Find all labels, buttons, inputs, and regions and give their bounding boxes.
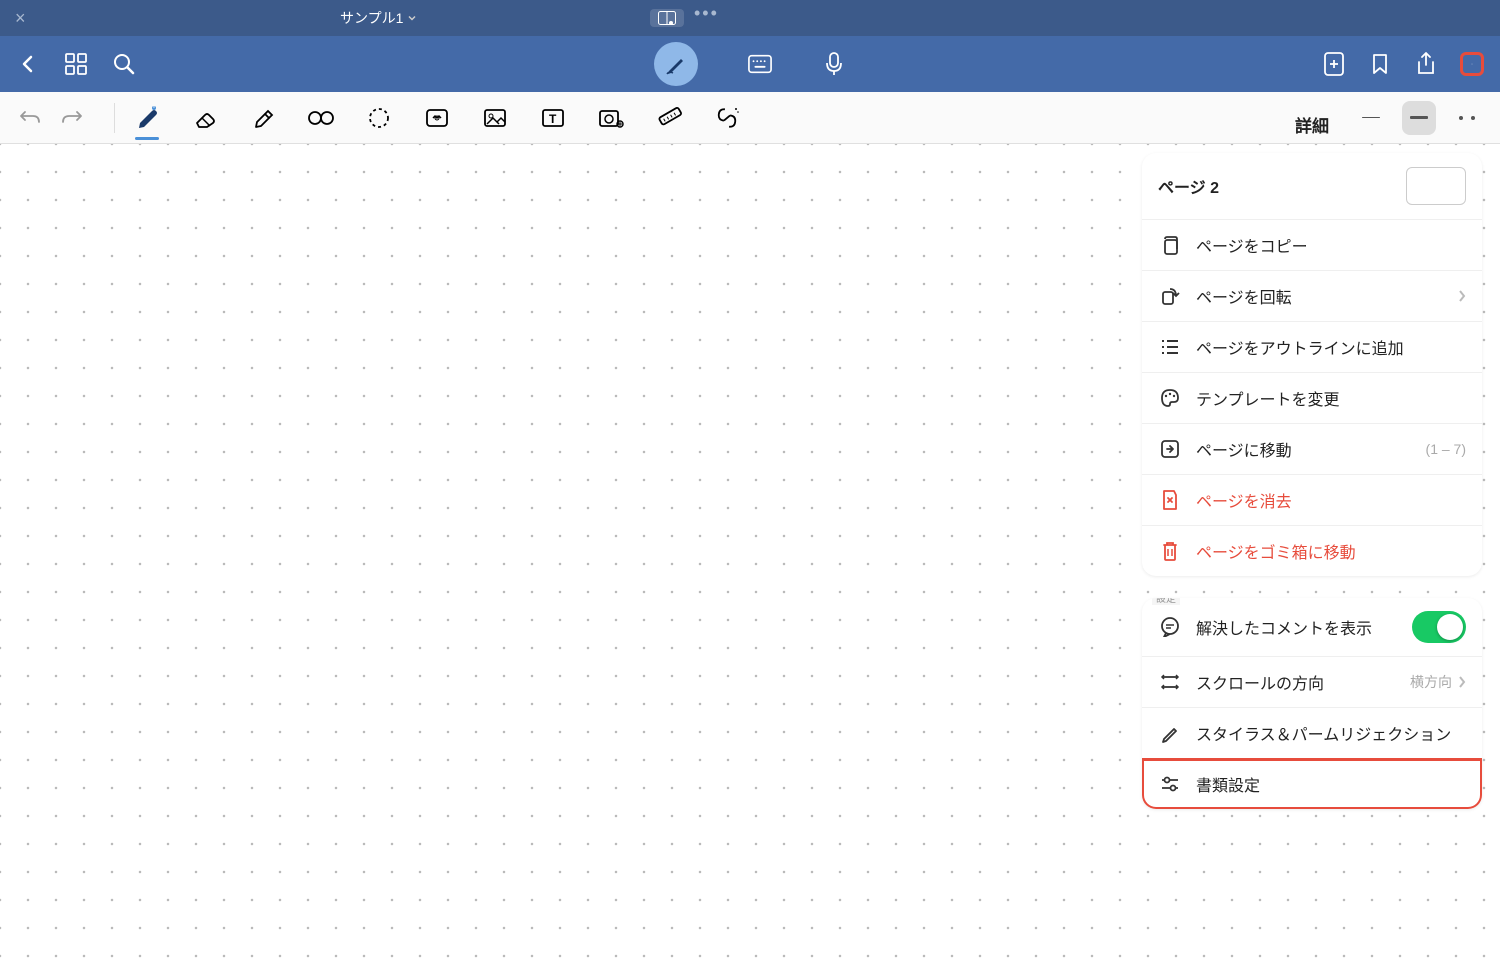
page-indicator-row: ページ 2	[1142, 153, 1482, 220]
thumbnails-button[interactable]	[64, 52, 88, 76]
more-button[interactable]	[1460, 52, 1484, 76]
undo-button[interactable]	[16, 104, 44, 132]
redo-button[interactable]	[58, 104, 86, 132]
sticker-tool[interactable]	[423, 104, 451, 132]
resolved-comments-row[interactable]: 解決したコメントを表示	[1142, 598, 1482, 657]
close-button[interactable]: ×	[15, 8, 26, 29]
trash-page-row[interactable]: ページをゴミ箱に移動	[1142, 526, 1482, 576]
chevron-down-icon	[407, 13, 417, 23]
back-button[interactable]	[16, 52, 40, 76]
scroll-direction-row[interactable]: スクロールの方向 横方向	[1142, 657, 1482, 708]
more-icon	[1471, 61, 1473, 67]
divider	[114, 103, 115, 133]
pen-tool[interactable]: *	[133, 104, 161, 132]
comment-icon	[1158, 615, 1182, 639]
document-title-text: サンプル1	[340, 8, 403, 28]
palette-icon	[1158, 386, 1182, 410]
goto-page-row[interactable]: ページに移動 (1 – 7)	[1142, 424, 1482, 475]
chevron-right-icon	[1458, 289, 1466, 303]
outline-icon	[1158, 335, 1182, 359]
pen-icon	[663, 51, 689, 77]
page-actions-section: ページ 2 ページをコピー ページを回転 ページをアウトラインに追加	[1142, 153, 1482, 576]
eraser-tool[interactable]	[191, 104, 219, 132]
chevron-right-icon	[1458, 675, 1466, 689]
stylus-row[interactable]: スタイラス＆パームリジェクション	[1142, 708, 1482, 759]
svg-text:T: T	[549, 112, 557, 126]
scroll-value: 横方向	[1410, 672, 1452, 692]
resolved-comments-toggle[interactable]	[1412, 611, 1466, 643]
add-page-button[interactable]	[1322, 52, 1346, 76]
bookmark-button[interactable]	[1368, 52, 1392, 76]
stylus-icon	[1158, 721, 1182, 745]
draw-mode-button[interactable]	[654, 42, 698, 86]
link-tool[interactable]	[713, 104, 741, 132]
copy-page-row[interactable]: ページをコピー	[1142, 220, 1482, 271]
rotate-page-row[interactable]: ページを回転	[1142, 271, 1482, 322]
rotate-icon	[1158, 284, 1182, 308]
settings-icon	[1158, 772, 1182, 796]
split-view-button[interactable]	[650, 9, 684, 27]
main-toolbar	[0, 36, 1500, 92]
scroll-icon	[1158, 670, 1182, 694]
document-settings-row[interactable]: 書類設定	[1142, 759, 1482, 809]
split-view-icon	[658, 11, 676, 25]
add-to-outline-row[interactable]: ページをアウトラインに追加	[1142, 322, 1482, 373]
share-button[interactable]	[1414, 52, 1438, 76]
page-thumbnail[interactable]	[1406, 167, 1466, 205]
clear-page-row[interactable]: ページを消去	[1142, 475, 1482, 526]
change-template-row[interactable]: テンプレートを変更	[1142, 373, 1482, 424]
window-titlebar: × サンプル1 •••	[0, 0, 1500, 36]
keyboard-button[interactable]	[748, 52, 772, 76]
clear-icon	[1158, 488, 1182, 512]
settings-section: 設定 解決したコメントを表示 スクロールの方向 横方向 スタイラス＆パームリジェ…	[1142, 598, 1482, 809]
trash-icon	[1158, 539, 1182, 563]
text-tool[interactable]: T	[539, 104, 567, 132]
copy-icon	[1158, 233, 1182, 257]
camera-tool[interactable]	[597, 104, 625, 132]
details-popover: 詳細 ページ 2 ページをコピー ページを回転 ページをアウトラインに追加	[1142, 98, 1482, 831]
image-tool[interactable]	[481, 104, 509, 132]
ellipsis-icon: •••	[694, 3, 719, 24]
ruler-tool[interactable]	[655, 104, 683, 132]
lasso-tool[interactable]	[365, 104, 393, 132]
svg-text:*: *	[153, 106, 155, 112]
highlighter-tool[interactable]	[249, 104, 277, 132]
goto-range: (1 – 7)	[1426, 441, 1466, 457]
search-button[interactable]	[112, 52, 136, 76]
popover-title: 詳細	[1142, 98, 1482, 153]
settings-hint: 設定	[1152, 598, 1180, 605]
document-title[interactable]: サンプル1	[340, 8, 417, 28]
shape-tool[interactable]	[307, 104, 335, 132]
goto-icon	[1158, 437, 1182, 461]
page-label: ページ 2	[1158, 174, 1392, 198]
microphone-button[interactable]	[822, 52, 846, 76]
